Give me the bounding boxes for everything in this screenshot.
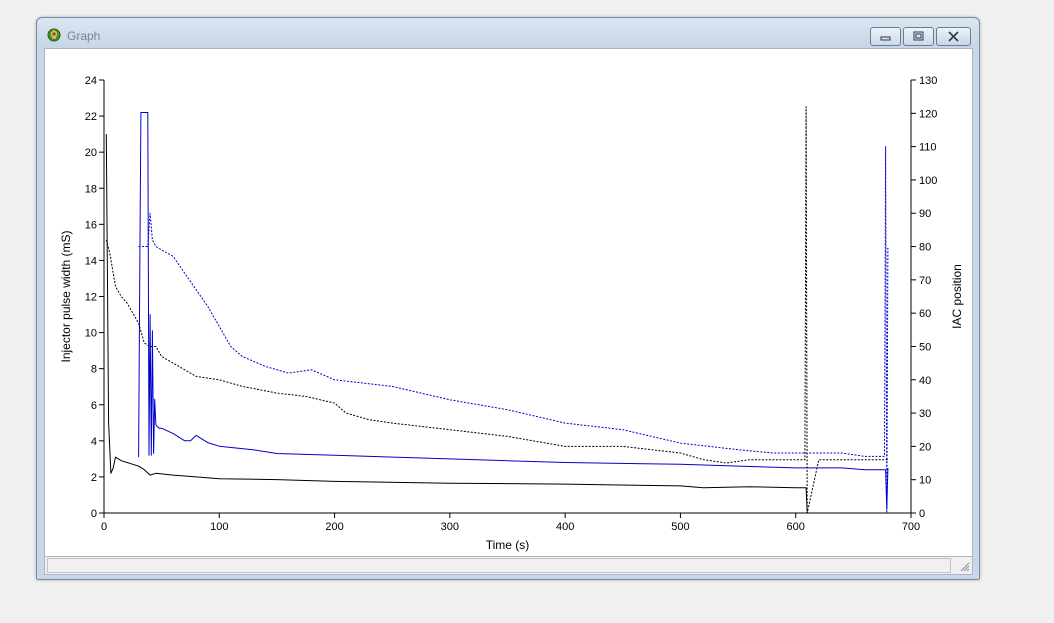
window-title: Graph — [67, 29, 101, 43]
y-tick-label: 6 — [91, 400, 97, 412]
restore-icon — [913, 31, 924, 41]
y-tick-label: 18 — [85, 183, 97, 195]
x-tick-label: 100 — [210, 521, 228, 533]
y-tick-label: 22 — [85, 111, 97, 123]
x-tick-label: 600 — [787, 521, 805, 533]
minimize-icon — [880, 36, 891, 41]
y2-tick-label: 20 — [919, 441, 931, 453]
x-tick-label: 700 — [902, 521, 920, 533]
y2-tick-label: 110 — [919, 142, 937, 154]
maximize-button[interactable] — [903, 27, 934, 46]
y2-tick-label: 10 — [919, 475, 931, 487]
y-tick-label: 20 — [85, 147, 97, 159]
line-chart: 0 100 200 300 400 500 600 700024681012141618202… — [59, 75, 964, 552]
y2-tick-label: 70 — [919, 275, 931, 287]
y-tick-label: 10 — [85, 328, 97, 340]
y2-tick-label: 100 — [919, 175, 937, 187]
status-pane — [47, 558, 951, 573]
y-tick-label: 0 — [91, 508, 97, 520]
y2-tick-label: 90 — [919, 208, 931, 220]
series-line-2 — [138, 112, 889, 510]
y2-tick-label: 40 — [919, 375, 931, 387]
x-axis-title: Time (s) — [486, 538, 530, 552]
graph-window: Graph 0 100 200 300 400 500 600 700 0 2 4 6 8 10 12 14 1… — [36, 17, 980, 580]
minimize-button[interactable] — [870, 27, 901, 46]
y-tick-label: 8 — [91, 364, 97, 376]
y2-tick-label: 130 — [919, 75, 937, 87]
series-line-4 — [138, 146, 889, 514]
x-tick-label: 300 — [441, 521, 459, 533]
y2-tick-label: 60 — [919, 308, 931, 320]
y-tick-label: 16 — [85, 219, 97, 231]
y2-tick-label: 80 — [919, 242, 931, 254]
app-icon — [47, 28, 61, 42]
y-tick-label: 14 — [85, 255, 97, 267]
chart-area: 0 100 200 300 400 500 600 700 0 2 4 6 8 10 12 14 16 18 20 2… — [44, 48, 973, 556]
y-tick-label: 4 — [91, 436, 97, 448]
series-line-3 — [105, 106, 888, 514]
close-icon — [948, 31, 959, 42]
y-tick-label: 2 — [91, 472, 97, 484]
x-tick-label: 200 — [325, 521, 343, 533]
x-tick-label: 500 — [671, 521, 689, 533]
status-bar — [44, 556, 973, 575]
y2-axis-title: IAC position — [950, 264, 964, 329]
y2-tick-label: 120 — [919, 108, 937, 120]
y2-tick-label: 50 — [919, 341, 931, 353]
x-tick-label: 400 — [556, 521, 574, 533]
y-axis-title: Injector pulse width (mS) — [59, 230, 73, 362]
resize-grip-icon[interactable] — [960, 562, 970, 572]
y-tick-label: 24 — [85, 75, 97, 87]
x-tick-label: 0 — [101, 521, 107, 533]
title-bar[interactable]: Graph — [37, 18, 979, 48]
y2-tick-label: 30 — [919, 408, 931, 420]
y2-tick-label: 0 — [919, 508, 925, 520]
y-tick-label: 12 — [85, 292, 97, 304]
close-button[interactable] — [936, 27, 971, 46]
series-line-1 — [105, 134, 808, 514]
